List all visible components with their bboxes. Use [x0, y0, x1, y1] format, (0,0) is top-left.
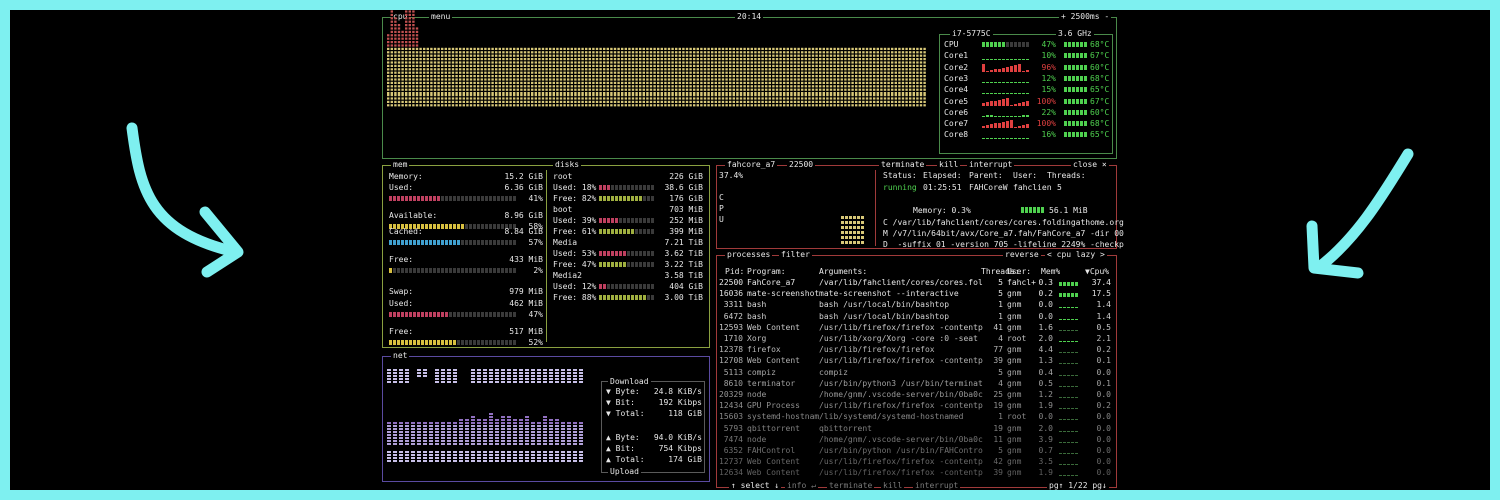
right-arrow-icon [1306, 148, 1414, 279]
